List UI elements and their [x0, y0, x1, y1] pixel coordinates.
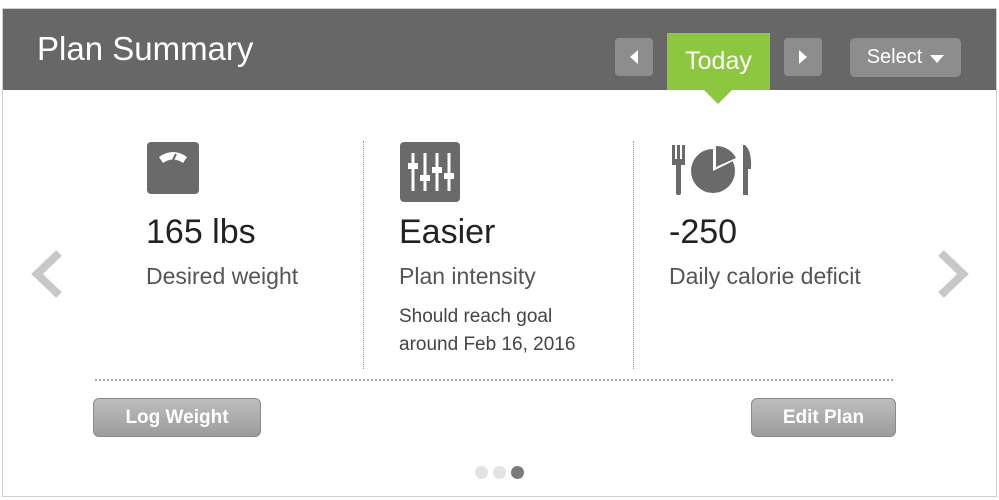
- page-title: Plan Summary: [37, 30, 254, 67]
- goal-note-line-1: Should reach goal: [399, 306, 553, 327]
- today-pointer: [704, 90, 732, 104]
- horizontal-divider: [95, 379, 893, 381]
- stat-plan-intensity: Easier Plan intensity Should reach goal …: [399, 141, 575, 355]
- header-bar: Plan Summary Today Select: [3, 9, 996, 90]
- stat-calorie-deficit: -250 Daily calorie deficit: [669, 141, 861, 289]
- scale-icon: [147, 142, 199, 194]
- pagination-dot-2[interactable]: [493, 466, 506, 479]
- stat-desired-weight: 165 lbs Desired weight: [146, 141, 298, 289]
- calorie-deficit-label: Daily calorie deficit: [669, 263, 861, 289]
- desired-weight-label: Desired weight: [146, 263, 299, 289]
- carousel-next-button[interactable]: [933, 249, 971, 304]
- sliders-icon: [400, 142, 460, 202]
- today-tab[interactable]: Today: [667, 33, 770, 90]
- carousel-prev-button[interactable]: [29, 249, 67, 304]
- fork-plate-knife-icon: [672, 145, 752, 195]
- chevron-left-icon: [630, 50, 638, 64]
- chevron-right-icon: [799, 50, 807, 64]
- caret-down-icon: [930, 54, 945, 63]
- calorie-deficit-value: -250: [669, 213, 738, 251]
- edit-plan-button[interactable]: Edit Plan: [751, 398, 896, 437]
- plan-intensity-label: Plan intensity: [399, 263, 536, 289]
- goal-estimate-note: Should reach goal around Feb 16, 2016: [399, 303, 575, 359]
- chevron-left-icon: [31, 250, 62, 298]
- column-divider: [633, 141, 634, 369]
- plan-summary-card: Plan Summary Today Select 165 lbs Desire…: [2, 8, 997, 497]
- next-day-button[interactable]: [784, 38, 822, 76]
- desired-weight-value: 165 lbs: [146, 213, 256, 251]
- select-dropdown[interactable]: Select: [850, 38, 961, 77]
- pagination-dot-1[interactable]: [475, 466, 488, 479]
- pagination-dot-3[interactable]: [511, 466, 524, 479]
- log-weight-button[interactable]: Log Weight: [93, 398, 261, 437]
- plan-intensity-value: Easier: [399, 213, 496, 251]
- select-label: Select: [866, 46, 923, 68]
- previous-day-button[interactable]: [615, 38, 653, 76]
- column-divider: [363, 141, 364, 369]
- chevron-right-icon: [938, 250, 969, 298]
- carousel-pagination: [475, 466, 524, 479]
- goal-note-line-2: around Feb 16, 2016: [399, 334, 576, 355]
